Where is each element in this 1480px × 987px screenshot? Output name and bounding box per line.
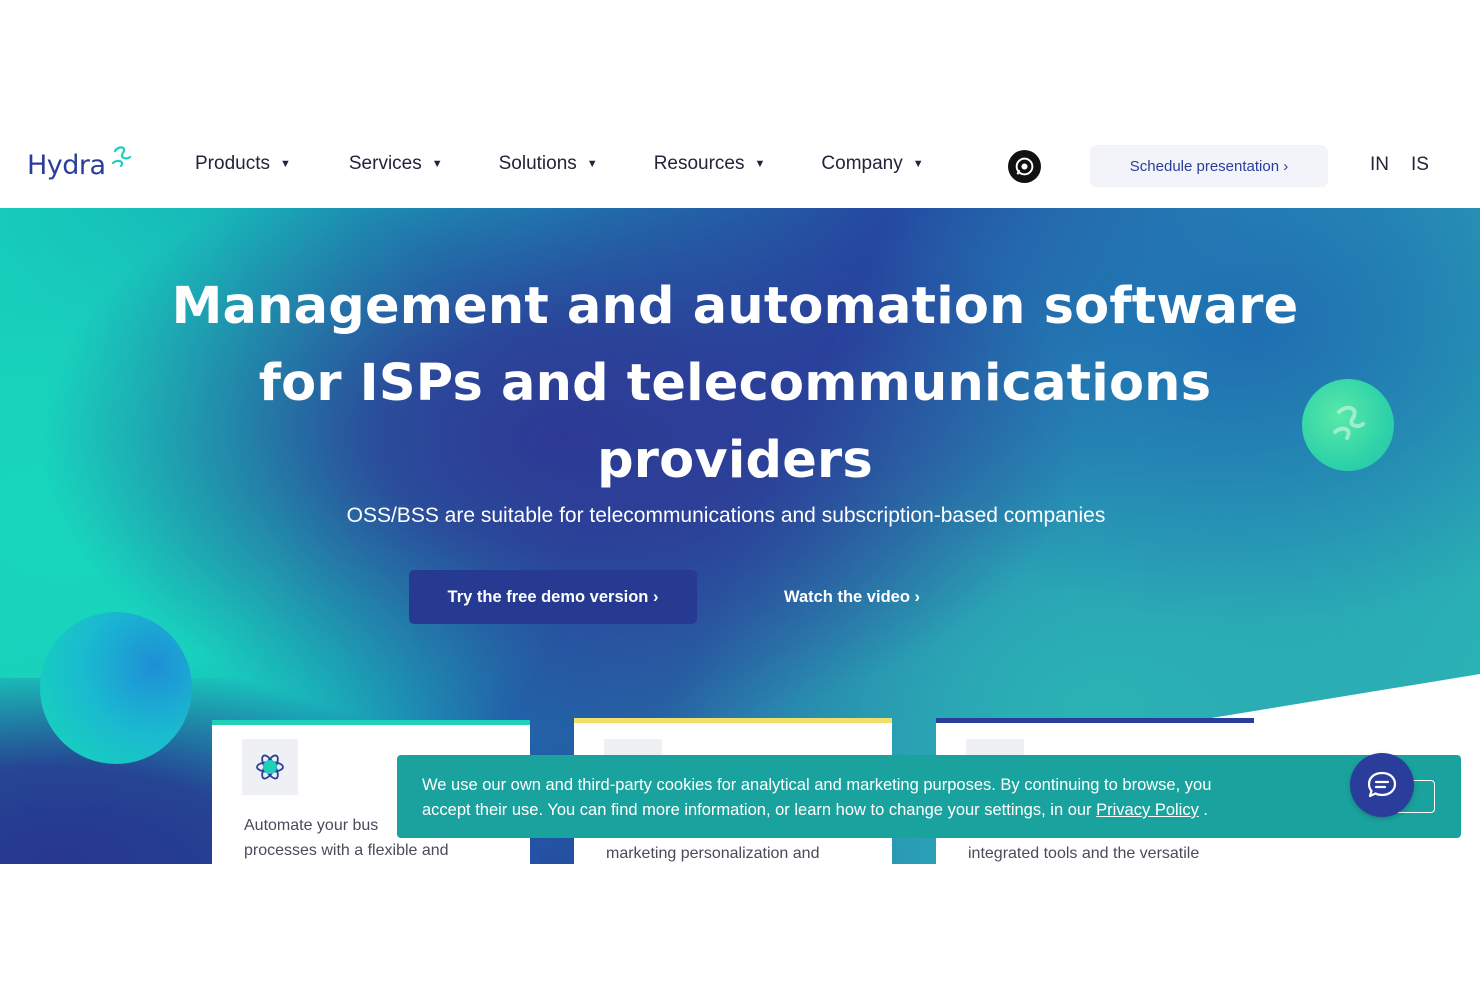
watch-video-link[interactable]: Watch the video › [784, 588, 920, 607]
card-description: marketing personalization and [606, 841, 886, 864]
decorative-ball-right [1302, 379, 1394, 471]
caret-down-icon: ▼ [912, 158, 924, 170]
privacy-policy-link[interactable]: Privacy Policy [1096, 801, 1199, 819]
caret-down-icon: ▼ [279, 158, 291, 170]
nav-label: Resources [653, 153, 745, 174]
cookie-message: We use our own and third-party cookies f… [422, 773, 1322, 823]
card-text-line: processes with a flexible and [244, 842, 449, 859]
card-description: integrated tools and the versatile [968, 841, 1248, 864]
nav-services[interactable]: Services ▼ [349, 153, 443, 175]
hero-title-line: for ISPs and telecommunications [258, 354, 1212, 413]
whatsapp-icon[interactable] [1008, 150, 1041, 183]
hero-title-line: Management and automation software [171, 277, 1299, 336]
atom-icon [242, 739, 298, 795]
logo-text: Hydra [27, 150, 106, 181]
cookie-line-end: . [1198, 801, 1209, 819]
nav-label: Services [348, 153, 422, 174]
decorative-ball-left [40, 612, 192, 764]
hydra-swirl-icon [111, 146, 131, 168]
nav-label: Company [821, 153, 903, 174]
nav-resources[interactable]: Resources ▼ [654, 153, 766, 175]
whatsapp-glyph-icon [1015, 157, 1034, 176]
language-is[interactable]: IS [1411, 154, 1429, 176]
language-in[interactable]: IN [1370, 154, 1389, 176]
nav-label: Products [195, 153, 270, 174]
caret-down-icon: ▼ [586, 158, 598, 170]
caret-down-icon: ▼ [754, 158, 766, 170]
hydra-logo[interactable]: Hydra [27, 145, 133, 185]
chat-glyph-icon [1367, 771, 1397, 798]
card-text-line: integrated tools and the versatile [968, 845, 1200, 862]
schedule-presentation-button[interactable]: Schedule presentation › [1090, 145, 1328, 187]
hydra-swirl-icon [1333, 405, 1365, 440]
caret-down-icon: ▼ [431, 158, 443, 170]
card-text-line: marketing personalization and [606, 845, 820, 862]
card-text-line: Automate your bus [244, 817, 379, 834]
hero-title: Management and automation software for I… [170, 268, 1300, 499]
free-demo-button[interactable]: Try the free demo version › [409, 570, 697, 624]
cookie-line: accept their use. You can find more info… [422, 801, 1097, 819]
cookie-line: We use our own and third-party cookies f… [422, 776, 1212, 794]
nav-solutions[interactable]: Solutions ▼ [499, 153, 598, 175]
nav-label: Solutions [498, 153, 577, 174]
nav-company[interactable]: Company ▼ [821, 153, 923, 175]
hero-subtitle: OSS/BSS are suitable for telecommunicati… [346, 504, 1106, 527]
hero-title-line: providers [597, 431, 873, 490]
nav-products[interactable]: Products ▼ [195, 153, 291, 175]
site-header: Hydra Products ▼ Services ▼ Solutions ▼ Res… [0, 125, 1480, 208]
cookie-banner: We use our own and third-party cookies f… [397, 755, 1461, 838]
main-nav: Products ▼ Services ▼ Solutions ▼ Resources… [195, 153, 982, 175]
chat-bubble-icon[interactable] [1350, 753, 1414, 817]
